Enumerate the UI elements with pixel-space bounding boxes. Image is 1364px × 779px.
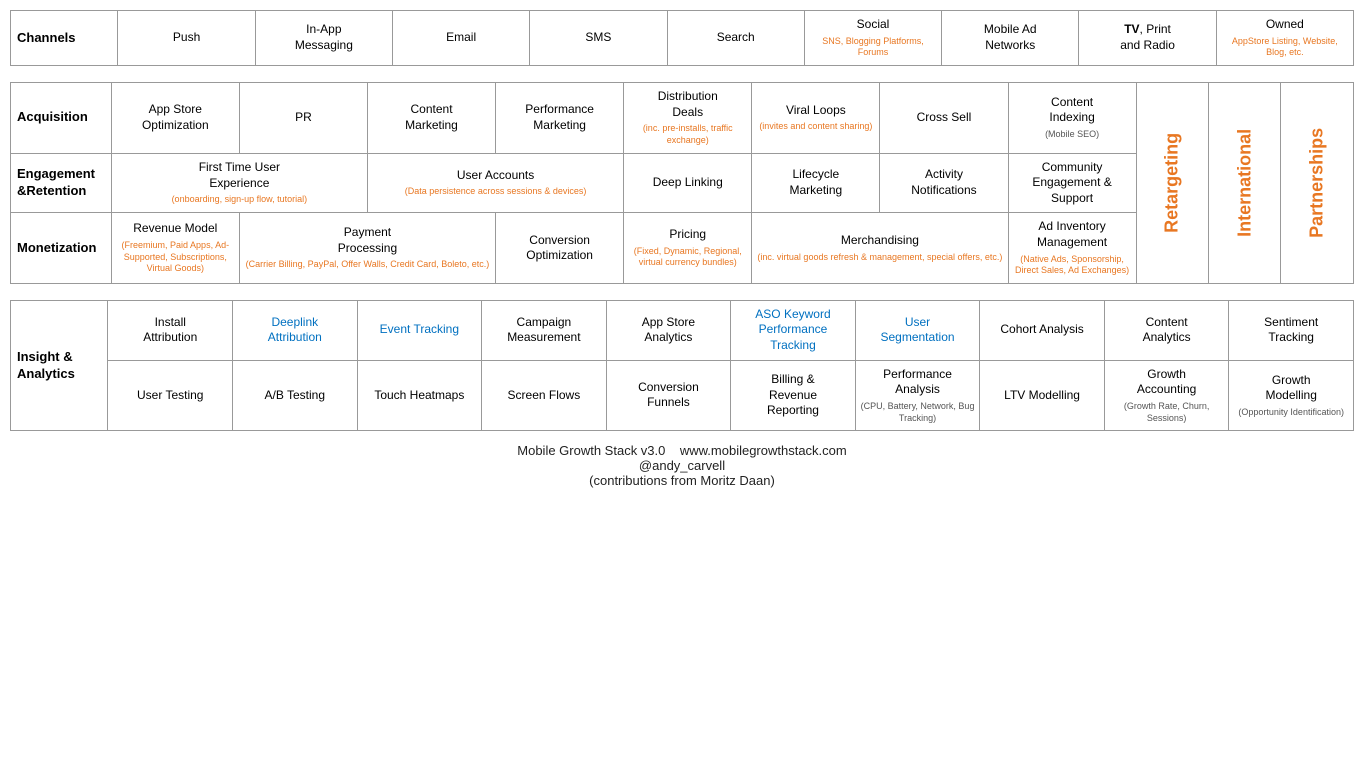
channel-sms: SMS — [530, 11, 667, 66]
mon-merchandising: Merchandising(inc. virtual goods refresh… — [752, 213, 1008, 284]
eng-community: CommunityEngagement &Support — [1008, 153, 1136, 213]
ins-touchheat: Touch Heatmaps — [357, 360, 482, 431]
engagement-label: Engagement&Retention — [11, 153, 112, 213]
channel-push: Push — [118, 11, 255, 66]
ins-ltv: LTV Modelling — [980, 360, 1105, 431]
channel-social: SocialSNS, Blogging Platforms, Forums — [804, 11, 941, 66]
ins-appstore: App StoreAnalytics — [606, 300, 731, 360]
channel-email: Email — [393, 11, 530, 66]
ins-usertesting: User Testing — [108, 360, 233, 431]
eng-deeplinking: Deep Linking — [624, 153, 752, 213]
footer: Mobile Growth Stack v3.0 www.mobilegrowt… — [10, 431, 1354, 492]
eng-ftue: First Time UserExperience(onboarding, si… — [111, 153, 367, 213]
footer-website: www.mobilegrowthstack.com — [680, 443, 847, 458]
acq-content-indexing: ContentIndexing(Mobile SEO) — [1008, 82, 1136, 153]
channel-tv: TV, Printand Radio — [1079, 11, 1216, 66]
vertical-international: International — [1209, 82, 1281, 283]
main-container: Channels Push In-AppMessaging Email SMS … — [10, 10, 1354, 492]
channel-search: Search — [667, 11, 804, 66]
insight-label: Insight &Analytics — [11, 300, 108, 430]
vertical-partnerships: Partnerships — [1281, 82, 1354, 283]
eng-activity: ActivityNotifications — [880, 153, 1008, 213]
ins-aso: ASO KeywordPerformanceTracking — [731, 300, 856, 360]
footer-twitter: @andy_carvell — [639, 458, 725, 473]
mon-revenue: Revenue Model(Freemium, Paid Apps, Ad-Su… — [111, 213, 239, 284]
ins-event: Event Tracking — [357, 300, 482, 360]
mon-payment: PaymentProcessing(Carrier Billing, PayPa… — [239, 213, 495, 284]
acq-appstore: App StoreOptimization — [111, 82, 239, 153]
ins-convfunnels: ConversionFunnels — [606, 360, 731, 431]
mon-pricing: Pricing(Fixed, Dynamic, Regional, virtua… — [624, 213, 752, 284]
divider1 — [10, 66, 1354, 82]
channel-inapp: In-AppMessaging — [255, 11, 392, 66]
ins-campaign: CampaignMeasurement — [482, 300, 607, 360]
ins-install: InstallAttribution — [108, 300, 233, 360]
insight-table: Insight &Analytics InstallAttribution De… — [10, 300, 1354, 431]
monetization-label: Monetization — [11, 213, 112, 284]
eng-lifecycle: LifecycleMarketing — [752, 153, 880, 213]
ins-billing: Billing &RevenueReporting — [731, 360, 856, 431]
ins-growth-acct: GrowthAccounting(Growth Rate, Churn, Ses… — [1104, 360, 1229, 431]
ins-userseg: UserSegmentation — [855, 300, 980, 360]
ins-cohort: Cohort Analysis — [980, 300, 1105, 360]
divider2 — [10, 284, 1354, 300]
channels-table: Channels Push In-AppMessaging Email SMS … — [10, 10, 1354, 66]
channel-owned: OwnedAppStore Listing, Website, Blog, et… — [1216, 11, 1353, 66]
ins-content: ContentAnalytics — [1104, 300, 1229, 360]
ins-abtesting: A/B Testing — [233, 360, 358, 431]
acq-viral: Viral Loops(invites and content sharing) — [752, 82, 880, 153]
acq-crosssell: Cross Sell — [880, 82, 1008, 153]
mon-conversion: ConversionOptimization — [496, 213, 624, 284]
channel-mobilead: Mobile AdNetworks — [942, 11, 1079, 66]
middle-table: Acquisition App StoreOptimization PR Con… — [10, 82, 1354, 284]
mon-adinventory: Ad InventoryManagement(Native Ads, Spons… — [1008, 213, 1136, 284]
footer-contributions: (contributions from Moritz Daan) — [589, 473, 775, 488]
acq-distribution: DistributionDeals(inc. pre-installs, tra… — [624, 82, 752, 153]
footer-title: Mobile Growth Stack v3.0 — [517, 443, 665, 458]
acq-content: ContentMarketing — [367, 82, 495, 153]
ins-perf: PerformanceAnalysis(CPU, Battery, Networ… — [855, 360, 980, 431]
acquisition-label: Acquisition — [11, 82, 112, 153]
vertical-retargeting: Retargeting — [1136, 82, 1208, 283]
ins-growth-model: GrowthModelling(Opportunity Identificati… — [1229, 360, 1354, 431]
acq-performance: PerformanceMarketing — [496, 82, 624, 153]
ins-sentiment: SentimentTracking — [1229, 300, 1354, 360]
eng-accounts: User Accounts(Data persistence across se… — [367, 153, 623, 213]
ins-screenflows: Screen Flows — [482, 360, 607, 431]
ins-deeplink: DeeplinkAttribution — [233, 300, 358, 360]
channels-label: Channels — [11, 11, 118, 66]
acq-pr: PR — [239, 82, 367, 153]
